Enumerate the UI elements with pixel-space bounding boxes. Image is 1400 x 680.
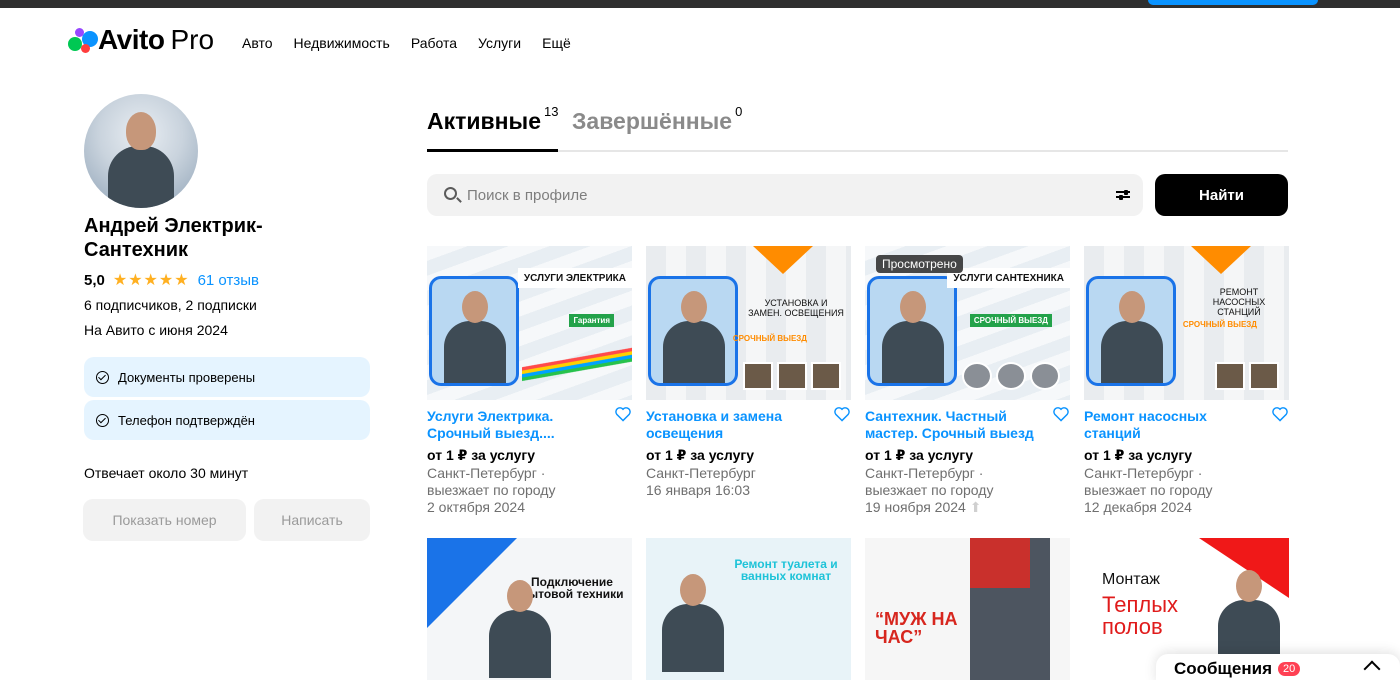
search-icon [444, 187, 457, 200]
write-message-button[interactable]: Написать [254, 499, 370, 541]
listing-location: Санкт-Петербург · [427, 465, 546, 481]
listing-location: Санкт-Петербург · [865, 465, 984, 481]
favorite-heart-icon[interactable] [833, 406, 851, 422]
member-since: На Авито с июня 2024 [84, 322, 228, 338]
verification-phone-label: Телефон подтверждён [118, 412, 255, 428]
listing-price: от 1 ₽ за услугу [427, 447, 536, 463]
site-header: Avito Pro Авто Недвижимость Работа Услуг… [0, 8, 1400, 80]
image-banner-text: УСЛУГИ САНТЕХНИКА [947, 268, 1070, 288]
verification-documents-label: Документы проверены [118, 369, 256, 385]
logo-text: Avito [98, 24, 165, 55]
rating-row: 5,0 ★★★★★ 61 отзыв [84, 270, 374, 290]
avito-logo-icon [66, 26, 98, 54]
viewed-badge: Просмотрено [876, 255, 963, 273]
favorite-heart-icon[interactable] [614, 406, 632, 422]
check-circle-icon [96, 370, 109, 384]
listing-card[interactable]: “МУЖ НА ЧАС” [865, 538, 1070, 680]
image-text: Монтаж [1102, 571, 1160, 588]
chevron-up-icon[interactable] [1363, 660, 1381, 678]
listing-delivery: выезжает по городу [1084, 482, 1213, 498]
listing-tabs: Активные 13 Завершённые 0 [427, 104, 1288, 152]
check-circle-icon [96, 413, 109, 427]
listing-location: Санкт-Петербург [646, 465, 756, 481]
reviews-link[interactable]: 61 отзыв [198, 272, 259, 289]
top-strip-button[interactable] [1148, 0, 1318, 5]
tab-completed-count: 0 [735, 104, 743, 119]
listing-date: 16 января 16:03 [646, 482, 750, 498]
listing-date: 2 октября 2024 [427, 499, 525, 515]
listing-price: от 1 ₽ за услугу [865, 447, 974, 463]
listing-title[interactable]: Сантехник. Частный мастер. Срочный выезд [865, 408, 1045, 442]
avito-pro-logo[interactable]: Avito Pro [66, 24, 215, 55]
favorite-heart-icon[interactable] [1271, 406, 1289, 422]
listing-card[interactable]: Ремонт туалета и ванных комнат [646, 538, 851, 680]
nav-item-jobs[interactable]: Работа [411, 35, 457, 51]
promoted-arrow-icon: ⬆ [969, 499, 982, 515]
image-tag: СРОЧНЫЙ ВЫЕЗД [732, 334, 807, 343]
image-tag: СРОЧНЫЙ ВЫЕЗД [1182, 320, 1257, 329]
listing-date: 19 ноября 2024 ⬆ [865, 499, 982, 515]
show-phone-button[interactable]: Показать номер [83, 499, 246, 541]
listing-delivery: выезжает по городу [865, 482, 994, 498]
favorite-heart-icon[interactable] [1052, 406, 1070, 422]
profile-name: Андрей Электрик-Сантехник [84, 215, 263, 261]
main-nav: Авто Недвижимость Работа Услуги Ещё [242, 35, 571, 51]
listing-image[interactable]: УСЛУГИ ЭЛЕКТРИКА Гарантия [427, 246, 632, 400]
listing-card[interactable]: УСЛУГИ САНТЕХНИКА СРОЧНЫЙ ВЫЕЗД Просмотр… [865, 246, 1070, 516]
image-banner-text: УСЛУГИ ЭЛЕКТРИКА [517, 268, 632, 288]
filter-icon[interactable] [1116, 190, 1130, 200]
listing-image[interactable]: УСЛУГИ САНТЕХНИКА СРОЧНЫЙ ВЫЕЗД Просмотр… [865, 246, 1070, 400]
avatar[interactable] [84, 94, 198, 208]
nav-item-realty[interactable]: Недвижимость [294, 35, 390, 51]
listing-price: от 1 ₽ за услугу [1084, 447, 1193, 463]
listing-card[interactable]: РЕМОНТ НАСОСНЫХ СТАНЦИЙ СРОЧНЫЙ ВЫЕЗД Ре… [1084, 246, 1289, 516]
messages-label: Сообщения [1174, 659, 1272, 678]
verification-documents: Документы проверены [84, 357, 370, 397]
listing-card[interactable]: Подключение бытовой техники [427, 538, 632, 680]
listing-title[interactable]: Установка и замена освещения [646, 408, 826, 442]
listing-title[interactable]: Ремонт насосных станций [1084, 408, 1264, 442]
rating-value: 5,0 [84, 271, 105, 289]
verification-phone: Телефон подтверждён [84, 400, 370, 440]
image-banner-text: РЕМОНТ НАСОСНЫХ СТАНЦИЙ [1212, 287, 1266, 317]
tab-active-listings[interactable]: Активные 13 [427, 104, 559, 152]
profile-search-bar [427, 174, 1143, 216]
nav-item-auto[interactable]: Авто [242, 35, 273, 51]
listing-image[interactable]: РЕМОНТ НАСОСНЫХ СТАНЦИЙ СРОЧНЫЙ ВЫЕЗД [1084, 246, 1289, 400]
response-time: Отвечает около 30 минут [84, 465, 249, 481]
listing-image[interactable]: “МУЖ НА ЧАС” [865, 538, 1070, 680]
image-tag: СРОЧНЫЙ ВЫЕЗД [969, 314, 1052, 327]
find-button[interactable]: Найти [1155, 174, 1288, 216]
messages-panel[interactable]: Сообщения 20 [1156, 654, 1400, 680]
image-text: “МУЖ НА ЧАС” [875, 609, 958, 647]
star-icons: ★★★★★ [112, 272, 190, 289]
followers-info[interactable]: 6 подписчиков, 2 подписки [84, 295, 374, 315]
listing-image[interactable]: Ремонт туалета и ванных комнат [646, 538, 851, 680]
profile-sidebar: Андрей Электрик-Сантехник 5,0 ★★★★★ 61 о… [84, 94, 374, 340]
listing-card[interactable]: УСТАНОВКА И ЗАМЕН. ОСВЕЩЕНИЯ СРОЧНЫЙ ВЫЕ… [646, 246, 851, 499]
image-text-accent: Теплых полов [1102, 592, 1179, 639]
logo-suffix: Pro [170, 24, 215, 55]
browser-top-strip [0, 0, 1400, 8]
messages-count-badge: 20 [1277, 662, 1301, 676]
listing-image[interactable]: УСТАНОВКА И ЗАМЕН. ОСВЕЩЕНИЯ СРОЧНЫЙ ВЫЕ… [646, 246, 851, 400]
listing-title[interactable]: Услуги Электрика. Срочный выезд.... [427, 408, 607, 442]
nav-item-services[interactable]: Услуги [478, 35, 521, 51]
tab-completed-listings[interactable]: Завершённые 0 [572, 104, 742, 152]
listing-card[interactable]: УСЛУГИ ЭЛЕКТРИКА Гарантия Услуги Электри… [427, 246, 632, 516]
image-tag: Гарантия [569, 314, 614, 327]
image-text: Ремонт туалета и ванных комнат [734, 557, 838, 583]
listing-delivery: выезжает по городу [427, 482, 556, 498]
nav-item-more[interactable]: Ещё [542, 35, 571, 51]
search-input[interactable] [467, 174, 1087, 216]
listing-location: Санкт-Петербург · [1084, 465, 1203, 481]
image-banner-text: УСТАНОВКА И ЗАМЕН. ОСВЕЩЕНИЯ [748, 298, 844, 318]
listing-image[interactable]: Подключение бытовой техники [427, 538, 632, 680]
listing-date: 12 декабря 2024 [1084, 499, 1192, 515]
tab-active-count: 13 [544, 104, 559, 119]
listing-price: от 1 ₽ за услугу [646, 447, 755, 463]
